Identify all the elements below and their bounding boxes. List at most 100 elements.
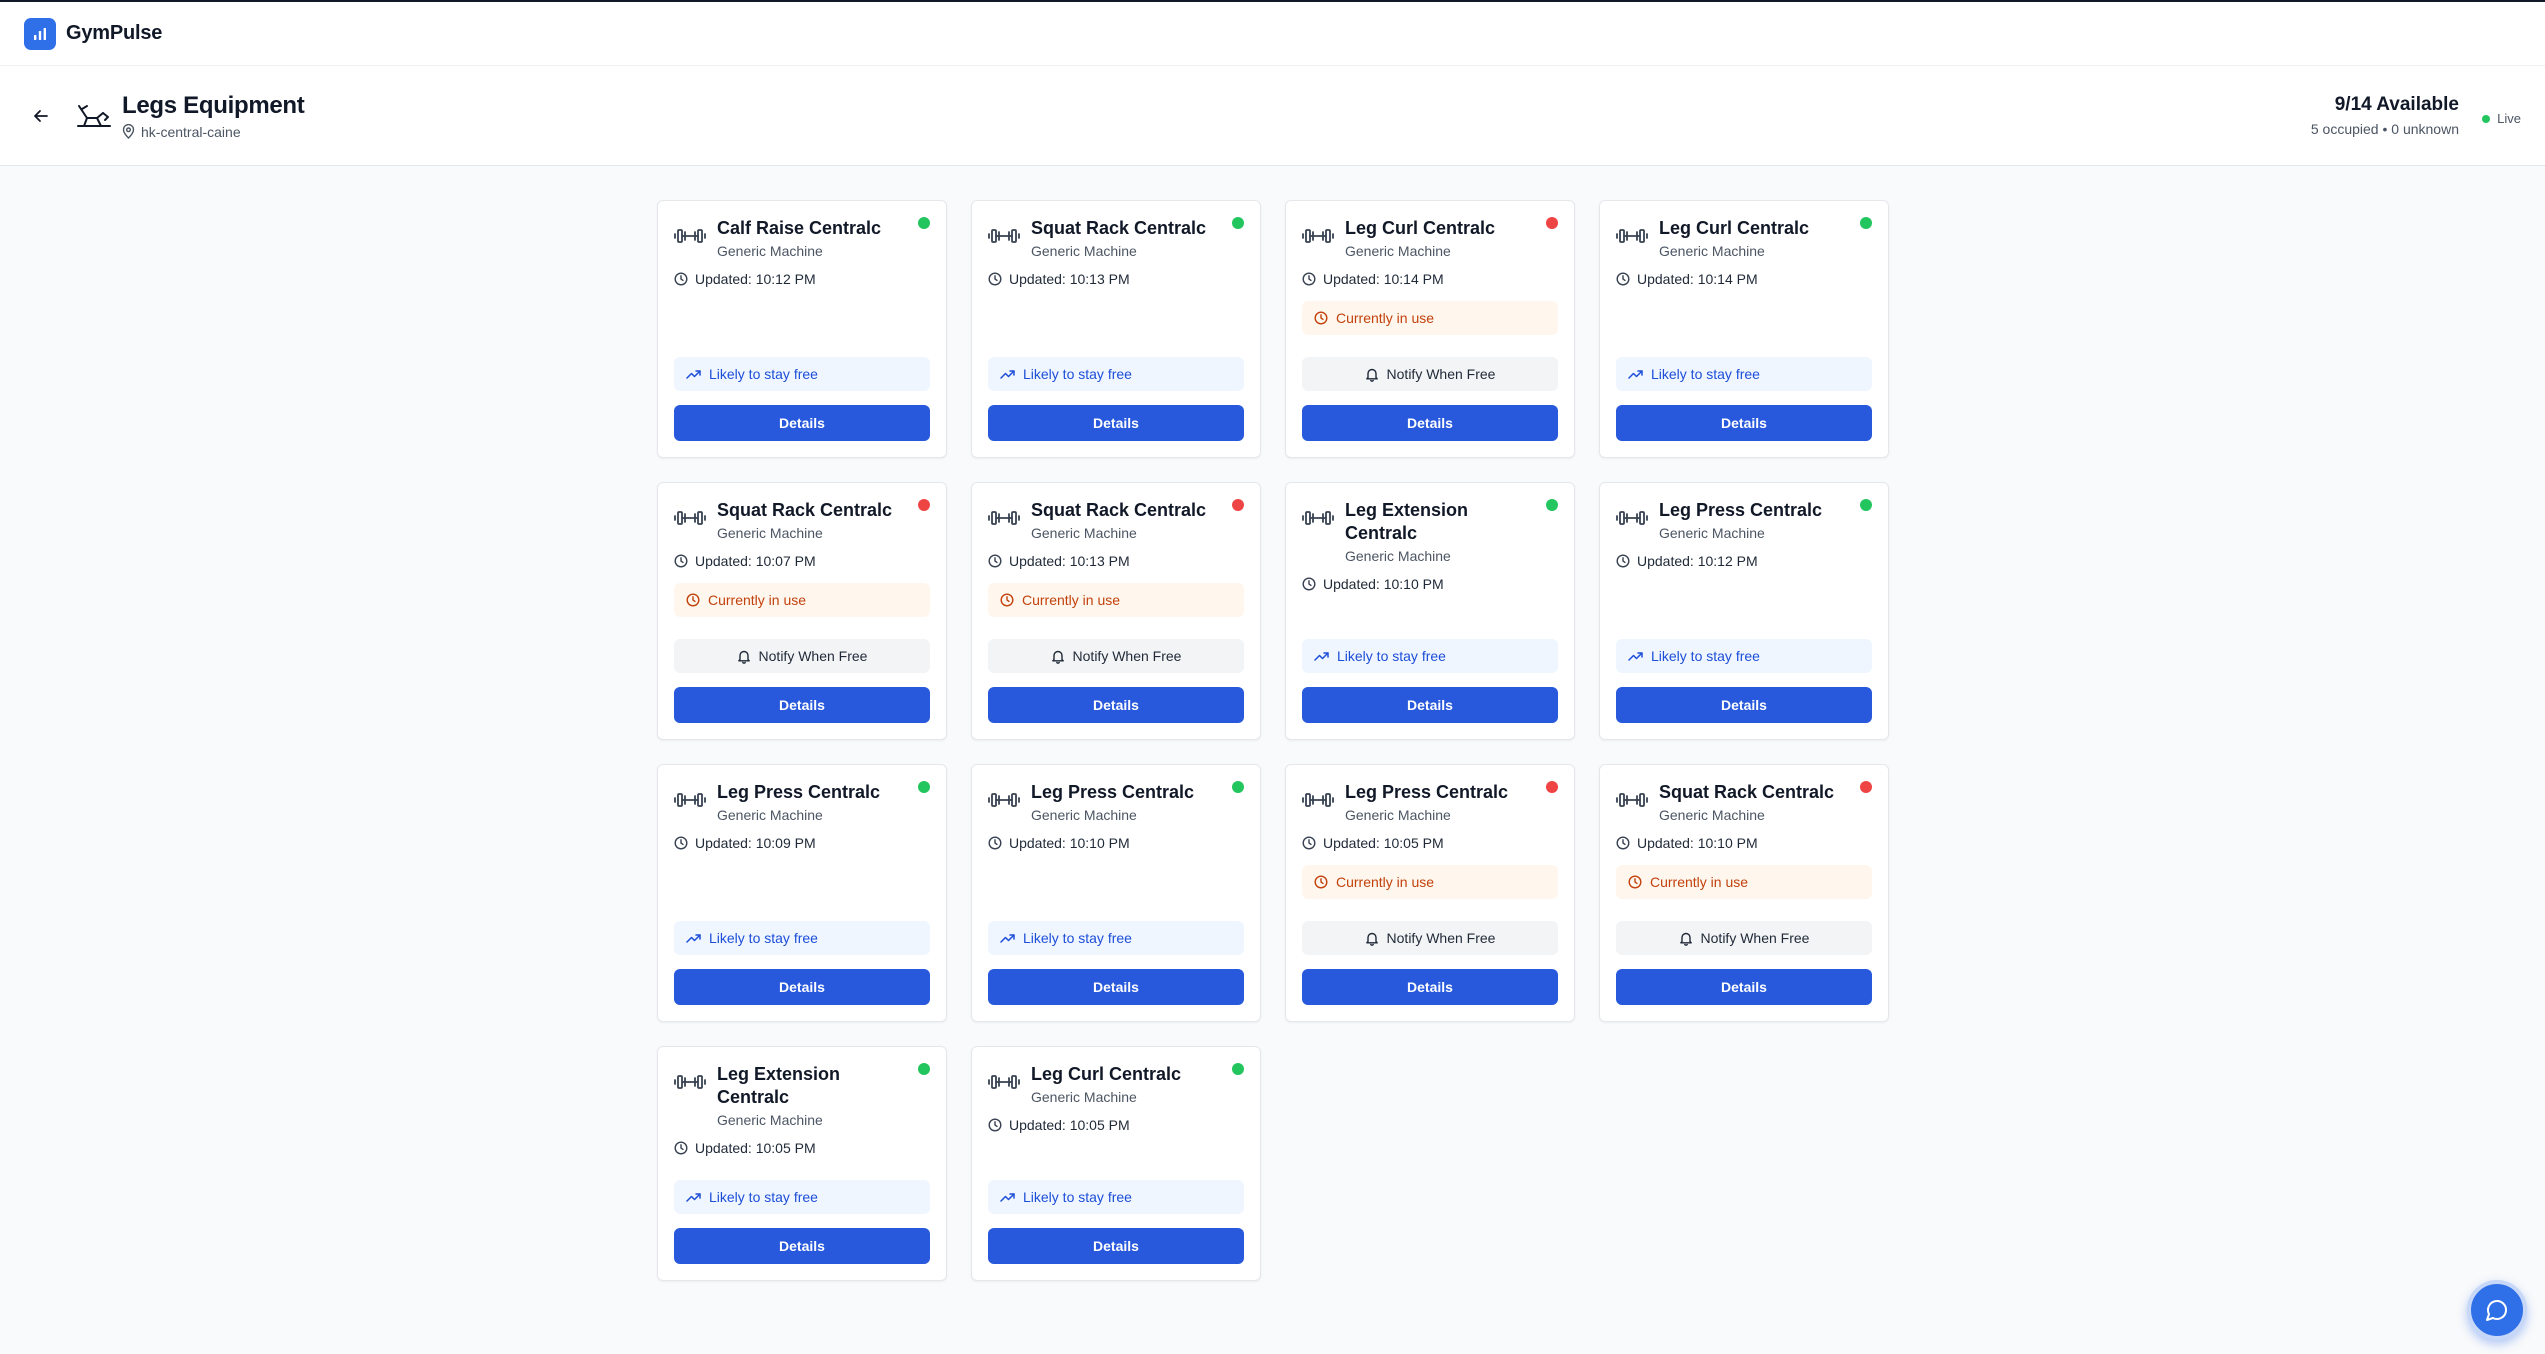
details-button[interactable]: Details	[1302, 405, 1558, 441]
details-button[interactable]: Details	[1302, 687, 1558, 723]
details-button[interactable]: Details	[1302, 969, 1558, 1005]
updated-row: Updated: 10:09 PM	[674, 835, 930, 851]
in-use-badge: Currently in use	[674, 583, 930, 617]
updated-row: Updated: 10:14 PM	[1616, 271, 1872, 287]
status-dot-icon	[1546, 217, 1558, 229]
status-dot-icon	[1232, 781, 1244, 793]
equipment-name: Squat Rack Centralc	[1031, 500, 1207, 520]
equipment-name: Leg Curl Centralc	[1031, 1064, 1182, 1084]
likely-free-label: Likely to stay free	[1337, 648, 1446, 664]
clock-icon	[988, 836, 1002, 850]
details-button[interactable]: Details	[674, 405, 930, 441]
location-label: hk-central-caine	[141, 123, 241, 140]
notify-when-free-button[interactable]: Notify When Free	[1616, 921, 1872, 955]
notify-label: Notify When Free	[1386, 366, 1496, 382]
clock-icon	[1314, 875, 1328, 889]
details-button[interactable]: Details	[674, 687, 930, 723]
status-dot-icon	[1860, 217, 1872, 229]
details-button[interactable]: Details	[988, 405, 1244, 441]
updated-time: Updated: 10:14 PM	[1637, 271, 1758, 287]
equipment-name: Squat Rack Centralc	[717, 500, 893, 520]
equipment-card-8[interactable]: Leg Press Centralc Generic Machine Updat…	[1599, 482, 1889, 740]
dumbbell-icon	[674, 511, 706, 525]
bell-icon	[1365, 368, 1378, 382]
status-dot-icon	[1546, 781, 1558, 793]
chat-button[interactable]	[2467, 1280, 2527, 1340]
back-arrow-icon[interactable]	[30, 105, 52, 127]
updated-row: Updated: 10:10 PM	[988, 835, 1244, 851]
equipment-card-12[interactable]: Squat Rack Centralc Generic Machine Upda…	[1599, 764, 1889, 1022]
equipment-card-6[interactable]: Squat Rack Centralc Generic Machine Upda…	[971, 482, 1261, 740]
notify-when-free-button[interactable]: Notify When Free	[674, 639, 930, 673]
notify-label: Notify When Free	[1386, 930, 1496, 946]
equipment-card-5[interactable]: Squat Rack Centralc Generic Machine Upda…	[657, 482, 947, 740]
clock-icon	[1616, 272, 1630, 286]
legs-category-icon	[74, 96, 114, 136]
trending-up-icon	[1628, 652, 1643, 661]
equipment-name: Leg Extension Centralc	[717, 1064, 841, 1107]
occupancy-summary: 5 occupied • 0 unknown	[2310, 121, 2459, 137]
equipment-card-7[interactable]: Leg Extension Centralc Generic Machine U…	[1285, 482, 1575, 740]
bell-icon	[1365, 932, 1378, 946]
equipment-card-14[interactable]: Leg Curl Centralc Generic Machine Update…	[971, 1046, 1261, 1281]
notify-when-free-button[interactable]: Notify When Free	[1302, 357, 1558, 391]
details-button[interactable]: Details	[674, 969, 930, 1005]
clock-icon	[674, 836, 688, 850]
app-name[interactable]: GymPulse	[66, 22, 162, 45]
dumbbell-icon	[674, 793, 706, 807]
map-pin-icon	[122, 124, 135, 139]
bell-icon	[1051, 650, 1064, 664]
in-use-label: Currently in use	[1650, 874, 1749, 890]
updated-time: Updated: 10:07 PM	[695, 553, 816, 569]
updated-row: Updated: 10:05 PM	[674, 1140, 930, 1156]
details-button[interactable]: Details	[988, 1228, 1244, 1264]
clock-icon	[988, 554, 1002, 568]
likely-free-badge: Likely to stay free	[988, 921, 1244, 955]
chat-bubble-icon	[2486, 1300, 2507, 1321]
details-button[interactable]: Details	[674, 1228, 930, 1264]
equipment-card-11[interactable]: Leg Press Centralc Generic Machine Updat…	[1285, 764, 1575, 1022]
likely-free-badge: Likely to stay free	[1616, 357, 1872, 391]
equipment-card-2[interactable]: Squat Rack Centralc Generic Machine Upda…	[971, 200, 1261, 458]
dumbbell-icon	[1616, 511, 1648, 525]
location-row: hk-central-caine	[122, 124, 304, 140]
details-button[interactable]: Details	[1616, 687, 1872, 723]
in-use-badge: Currently in use	[1616, 865, 1872, 899]
updated-row: Updated: 10:07 PM	[674, 553, 930, 569]
app-logo-icon[interactable]	[24, 17, 56, 50]
likely-free-label: Likely to stay free	[1651, 366, 1760, 382]
equipment-card-1[interactable]: Calf Raise Centralc Generic Machine Upda…	[657, 200, 947, 458]
trending-up-icon	[1000, 934, 1015, 943]
updated-time: Updated: 10:05 PM	[695, 1140, 816, 1156]
dumbbell-icon	[1616, 229, 1648, 243]
updated-time: Updated: 10:10 PM	[1009, 835, 1130, 851]
likely-free-badge: Likely to stay free	[1302, 639, 1558, 673]
likely-free-badge: Likely to stay free	[988, 357, 1244, 391]
status-dot-icon	[1546, 499, 1558, 511]
equipment-type: Generic Machine	[1659, 243, 1765, 259]
equipment-card-10[interactable]: Leg Press Centralc Generic Machine Updat…	[971, 764, 1261, 1022]
dumbbell-icon	[674, 229, 706, 243]
updated-row: Updated: 10:12 PM	[1616, 553, 1872, 569]
details-button[interactable]: Details	[1616, 969, 1872, 1005]
updated-time: Updated: 10:13 PM	[1009, 271, 1130, 287]
equipment-type: Generic Machine	[717, 807, 823, 823]
equipment-card-13[interactable]: Leg Extension Centralc Generic Machine U…	[657, 1046, 947, 1281]
status-dot-icon	[918, 1063, 930, 1075]
details-button[interactable]: Details	[988, 969, 1244, 1005]
updated-row: Updated: 10:13 PM	[988, 271, 1244, 287]
likely-free-label: Likely to stay free	[1023, 930, 1132, 946]
dumbbell-icon	[1616, 793, 1648, 807]
trending-up-icon	[1628, 370, 1643, 379]
equipment-name: Leg Press Centralc	[1345, 782, 1509, 802]
equipment-card-9[interactable]: Leg Press Centralc Generic Machine Updat…	[657, 764, 947, 1022]
notify-label: Notify When Free	[1072, 648, 1182, 664]
equipment-card-4[interactable]: Leg Curl Centralc Generic Machine Update…	[1599, 200, 1889, 458]
equipment-card-3[interactable]: Leg Curl Centralc Generic Machine Update…	[1285, 200, 1575, 458]
details-button[interactable]: Details	[988, 687, 1244, 723]
updated-row: Updated: 10:05 PM	[1302, 835, 1558, 851]
notify-when-free-button[interactable]: Notify When Free	[1302, 921, 1558, 955]
details-button[interactable]: Details	[1616, 405, 1872, 441]
notify-when-free-button[interactable]: Notify When Free	[988, 639, 1244, 673]
status-dot-icon	[1860, 781, 1872, 793]
